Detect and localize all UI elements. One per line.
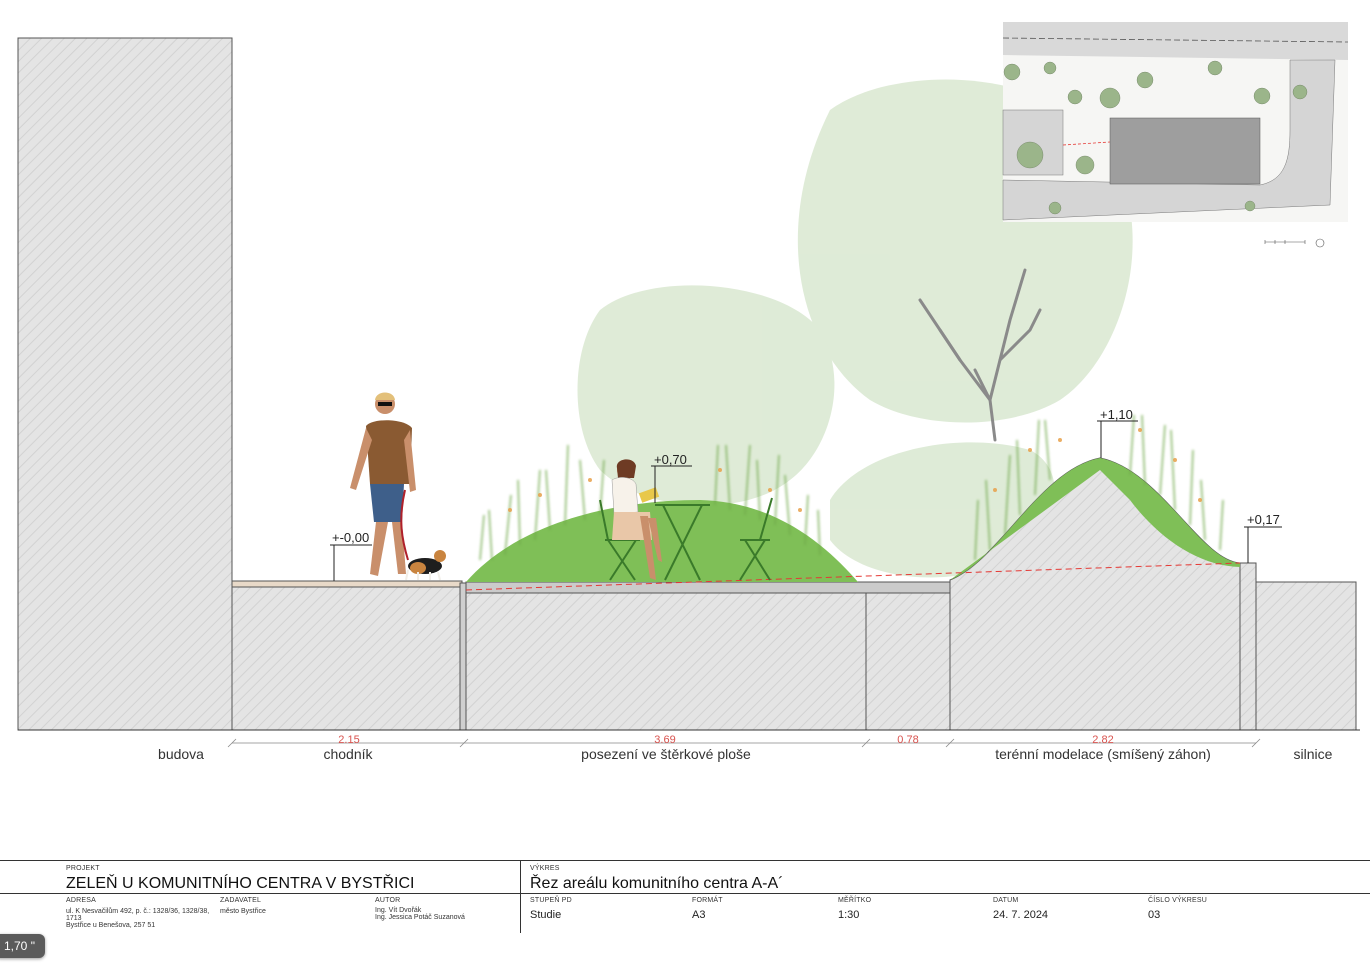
grass-mound-seating [466, 500, 858, 582]
date-value: 24. 7. 2024 [993, 909, 1049, 921]
dimension-mound: 2.82 [1092, 734, 1113, 746]
dimension-seating: 3.69 [654, 734, 675, 746]
ground-seating [465, 592, 867, 731]
sheet-label: ČÍSLO VÝKRESU [1148, 897, 1208, 904]
zone-label-seating: posezení ve štěrkové ploše [581, 746, 751, 762]
address-line-1: ul. K Nesvačilům 492, p. č.: 1328/36, 13… [66, 908, 210, 915]
ground-sidewalk [231, 586, 463, 731]
edging [459, 582, 467, 731]
date-label: DATUM [993, 897, 1019, 904]
sheet-value: 03 [1148, 909, 1161, 921]
dog [405, 550, 446, 581]
client-label: ZADAVATEL [220, 897, 262, 904]
author-line-2: Ing. Jessica Potáč Suzanová [375, 914, 465, 921]
section-drawing: +-0,00 +0,70 +1,10 +0,17 2.15 3.69 0.78 … [17, 22, 1360, 762]
author-label: AUTOR [375, 897, 401, 904]
dimension-gap: 0.78 [897, 734, 918, 746]
stage-label: STUPEŇ PD [530, 897, 572, 904]
zone-label-budova: budova [158, 746, 204, 762]
level-road-edge: +0,17 [1247, 512, 1280, 527]
zone-label-mound: terénní modelace (smíšený záhon) [995, 746, 1211, 762]
key-plan-building [1109, 117, 1261, 185]
drawing-name: Řez areálu komunitního centra A-A´ [530, 875, 784, 892]
client-value: město Bystřice [220, 908, 266, 915]
zone-label-chodnik: chodník [323, 746, 373, 762]
ground-road [1255, 581, 1357, 731]
address-label: ADRESA [66, 897, 96, 904]
level-marker-chodnik: +-0,00 [330, 530, 372, 581]
scale-label: MĚŘÍTKO [838, 897, 872, 904]
zone-label-road: silnice [1294, 746, 1333, 762]
ground-curb [1239, 562, 1257, 731]
sidewalk-surface [231, 580, 463, 588]
dimension-sidewalk: 2.15 [338, 734, 359, 746]
project-label: PROJEKT [66, 865, 100, 872]
level-seating: +0,70 [654, 452, 687, 467]
level-marker-road-edge: +0,17 [1244, 512, 1282, 563]
format-label: FORMÁT [692, 897, 723, 904]
ground-gap [865, 592, 951, 731]
building [17, 37, 233, 731]
zoom-indicator[interactable]: 1,70 " [0, 934, 45, 958]
key-plan [1002, 22, 1349, 248]
drawing-label: VÝKRES [530, 865, 560, 872]
level-chodnik: +-0,00 [332, 530, 369, 545]
format-value: A3 [692, 909, 706, 921]
project-name: ZELEŇ U KOMUNITNÍHO CENTRA V BYSTŘICI [66, 875, 415, 892]
north-arrow-icon [1315, 238, 1325, 248]
stage-value: Studie [530, 909, 562, 921]
address-line-3: Bystřice u Benešova, 257 51 [66, 922, 156, 929]
title-block: PROJEKT ZELEŇ U KOMUNITNÍHO CENTRA V BYS… [0, 860, 1370, 968]
level-mound: +1,10 [1100, 407, 1133, 422]
scale-value: 1:30 [838, 909, 860, 921]
tree-canopy-left [577, 285, 835, 506]
person-walking [350, 392, 416, 576]
